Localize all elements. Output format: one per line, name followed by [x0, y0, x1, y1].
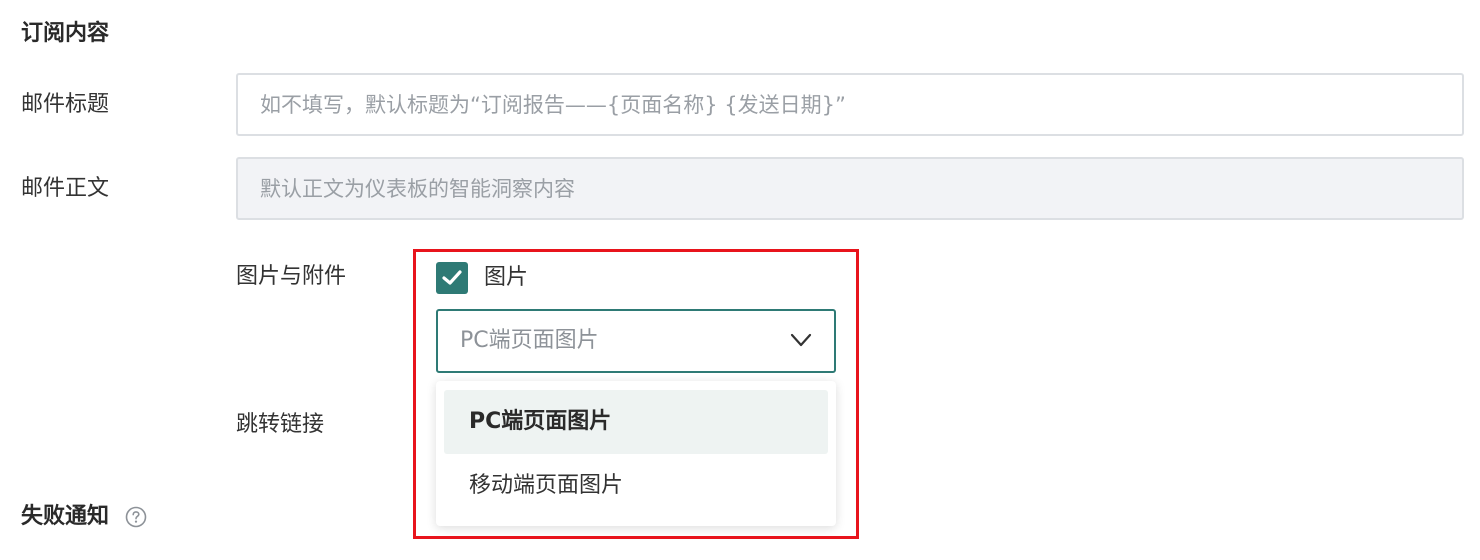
image-type-dropdown-menu: PC端页面图片 移动端页面图片 [436, 381, 836, 526]
redirect-link-label: 跳转链接 [236, 412, 325, 437]
image-type-select[interactable]: PC端页面图片 [436, 309, 836, 373]
image-type-select-value: PC端页面图片 [460, 328, 599, 353]
chevron-down-icon [790, 333, 812, 347]
email-subject-input[interactable] [236, 73, 1464, 136]
email-body-input [236, 157, 1464, 220]
images-attachments-label: 图片与附件 [236, 264, 347, 289]
email-subject-label: 邮件标题 [21, 92, 110, 117]
images-checkbox-label[interactable]: 图片 [484, 262, 528, 294]
email-body-label: 邮件正文 [21, 176, 110, 201]
dropdown-option-pc-image[interactable]: PC端页面图片 [444, 390, 828, 454]
images-checkbox[interactable] [436, 262, 468, 294]
section-title-subscription-content: 订阅内容 [21, 21, 110, 46]
section-title-failure-notification: 失败通知 [21, 504, 110, 529]
checkmark-icon [442, 270, 462, 285]
question-circle-icon[interactable] [125, 506, 147, 528]
dropdown-option-mobile-image[interactable]: 移动端页面图片 [444, 454, 828, 518]
